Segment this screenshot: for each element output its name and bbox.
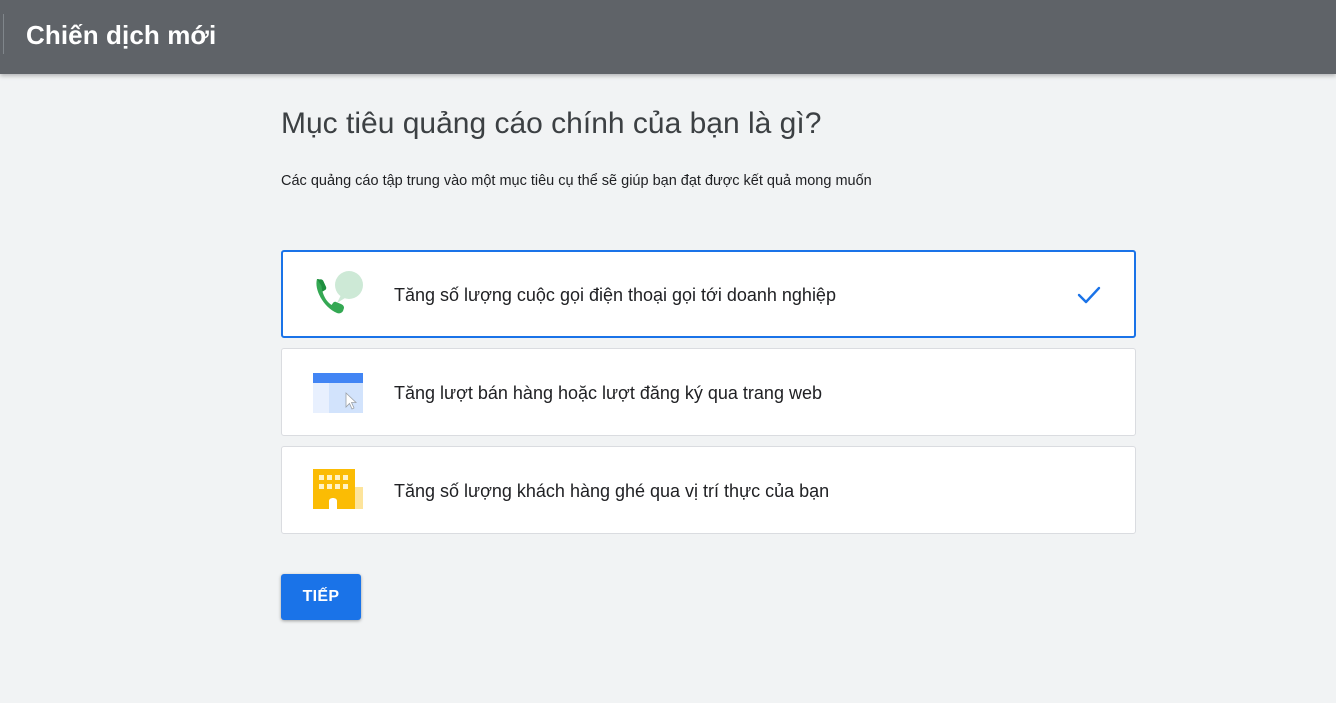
top-app-bar: Chiến dịch mới	[0, 0, 1336, 74]
storefront-building-icon	[311, 465, 365, 515]
checkmark-icon	[1076, 282, 1102, 308]
goal-option-label: Tăng lượt bán hàng hoặc lượt đăng ký qua…	[394, 383, 822, 403]
goal-options-list: Tăng số lượng cuộc gọi điện thoại gọi tớ…	[281, 250, 1136, 544]
website-click-icon	[311, 367, 365, 417]
goal-option-label: Tăng số lượng khách hàng ghé qua vị trí …	[394, 481, 830, 501]
goal-question-heading: Mục tiêu quảng cáo chính của bạn là gì?	[281, 107, 822, 140]
goal-option-website-sales[interactable]: Tăng lượt bán hàng hoặc lượt đăng ký qua…	[281, 348, 1136, 436]
page-title: Chiến dịch mới	[26, 20, 217, 50]
goal-option-store-visits[interactable]: Tăng số lượng khách hàng ghé qua vị trí …	[281, 446, 1136, 534]
topbar-divider	[3, 14, 4, 54]
next-button[interactable]: TIẾP	[281, 574, 361, 620]
goal-option-calls[interactable]: Tăng số lượng cuộc gọi điện thoại gọi tớ…	[281, 250, 1136, 338]
phone-call-icon	[311, 269, 365, 319]
goal-question-subheading: Các quảng cáo tập trung vào một mục tiêu…	[281, 173, 872, 189]
goal-option-label: Tăng số lượng cuộc gọi điện thoại gọi tớ…	[394, 285, 836, 305]
